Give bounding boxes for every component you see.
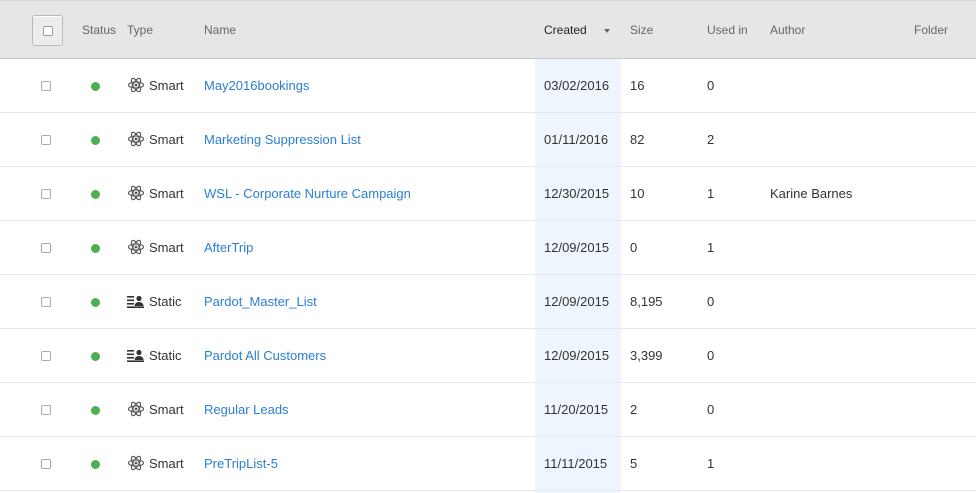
select-all-checkbox[interactable] <box>43 26 53 36</box>
column-header-used-in[interactable]: Used in <box>707 1 748 59</box>
table-row[interactable]: Static Pardot_Master_List 12/09/2015 8,1… <box>0 275 976 329</box>
status-active-dot <box>91 352 100 361</box>
select-all-checkbox-button[interactable] <box>32 15 63 46</box>
list-name-link[interactable]: Pardot_Master_List <box>204 275 317 328</box>
row-checkbox[interactable] <box>41 243 51 253</box>
list-name-link[interactable]: PreTripList-5 <box>204 437 278 490</box>
used-in-count: 0 <box>707 78 715 93</box>
atom-icon <box>127 76 145 94</box>
status-active-dot <box>91 298 100 307</box>
created-date: 12/30/2015 <box>544 186 610 201</box>
used-in-count: 1 <box>707 186 715 201</box>
table-row[interactable]: Smart AfterTrip 12/09/2015 0 1 <box>0 221 976 275</box>
used-in-count: 0 <box>707 402 715 417</box>
list-type-label: Smart <box>149 240 184 255</box>
list-name-link[interactable]: Marketing Suppression List <box>204 113 361 166</box>
list-name-link[interactable]: WSL - Corporate Nurture Campaign <box>204 167 411 220</box>
list-type-label: Smart <box>149 132 184 147</box>
row-checkbox[interactable] <box>41 459 51 469</box>
used-in-count: 0 <box>707 348 715 363</box>
atom-icon <box>127 238 145 256</box>
row-checkbox[interactable] <box>41 351 51 361</box>
row-checkbox[interactable] <box>41 189 51 199</box>
list-size: 82 <box>630 132 645 147</box>
status-active-dot <box>91 190 100 199</box>
list-type-label: Smart <box>149 402 184 417</box>
list-size: 10 <box>630 186 645 201</box>
list-type-label: Smart <box>149 456 184 471</box>
atom-icon <box>127 184 145 202</box>
row-checkbox[interactable] <box>41 135 51 145</box>
atom-icon <box>127 454 145 472</box>
column-header-type[interactable]: Type <box>127 1 153 59</box>
created-date: 11/11/2015 <box>544 456 608 471</box>
status-active-dot <box>91 82 100 91</box>
column-header-folder[interactable]: Folder <box>914 1 948 59</box>
list-size: 2 <box>630 402 638 417</box>
author-name: Karine Barnes <box>770 186 853 201</box>
status-active-dot <box>91 136 100 145</box>
table-row[interactable]: Smart Marketing Suppression List 01/11/2… <box>0 113 976 167</box>
created-date: 12/09/2015 <box>544 348 610 363</box>
used-in-count: 1 <box>707 240 715 255</box>
table-header: Status Type Name Created Size Used in Au… <box>0 0 976 59</box>
list-size: 16 <box>630 78 645 93</box>
table-row[interactable]: Static Pardot All Customers 12/09/2015 3… <box>0 329 976 383</box>
list-size: 8,195 <box>630 294 663 309</box>
created-date: 12/09/2015 <box>544 294 610 309</box>
list-size: 3,399 <box>630 348 663 363</box>
column-header-author[interactable]: Author <box>770 1 805 59</box>
column-header-name[interactable]: Name <box>204 1 236 59</box>
status-active-dot <box>91 244 100 253</box>
list-name-link[interactable]: May2016bookings <box>204 59 310 112</box>
column-header-size[interactable]: Size <box>630 1 653 59</box>
row-checkbox[interactable] <box>41 297 51 307</box>
atom-icon <box>127 400 145 418</box>
row-checkbox[interactable] <box>41 405 51 415</box>
status-active-dot <box>91 406 100 415</box>
table-row[interactable]: Smart WSL - Corporate Nurture Campaign 1… <box>0 167 976 221</box>
static-list-icon <box>127 346 145 364</box>
created-date: 03/02/2016 <box>544 78 610 93</box>
list-name-link[interactable]: Regular Leads <box>204 383 289 436</box>
created-date: 12/09/2015 <box>544 240 610 255</box>
list-type-label: Static <box>149 294 182 309</box>
static-list-icon <box>127 292 145 310</box>
used-in-count: 2 <box>707 132 715 147</box>
list-type-label: Smart <box>149 78 184 93</box>
list-type-label: Smart <box>149 186 184 201</box>
created-date: 11/20/2015 <box>544 402 609 417</box>
used-in-count: 0 <box>707 294 715 309</box>
list-name-link[interactable]: AfterTrip <box>204 221 253 274</box>
list-name-link[interactable]: Pardot All Customers <box>204 329 326 382</box>
column-header-status[interactable]: Status <box>82 1 116 59</box>
used-in-count: 1 <box>707 456 715 471</box>
table-row[interactable]: Smart PreTripList-5 11/11/2015 5 1 <box>0 437 976 491</box>
list-size: 0 <box>630 240 638 255</box>
column-header-created[interactable]: Created <box>544 1 587 59</box>
row-checkbox[interactable] <box>41 81 51 91</box>
status-active-dot <box>91 460 100 469</box>
list-size: 5 <box>630 456 638 471</box>
atom-icon <box>127 130 145 148</box>
list-type-label: Static <box>149 348 182 363</box>
table-row[interactable]: Smart Regular Leads 11/20/2015 2 0 <box>0 383 976 437</box>
table-row[interactable]: Smart May2016bookings 03/02/2016 16 0 <box>0 59 976 113</box>
sort-descending-icon[interactable] <box>604 29 610 33</box>
created-date: 01/11/2016 <box>544 132 609 147</box>
